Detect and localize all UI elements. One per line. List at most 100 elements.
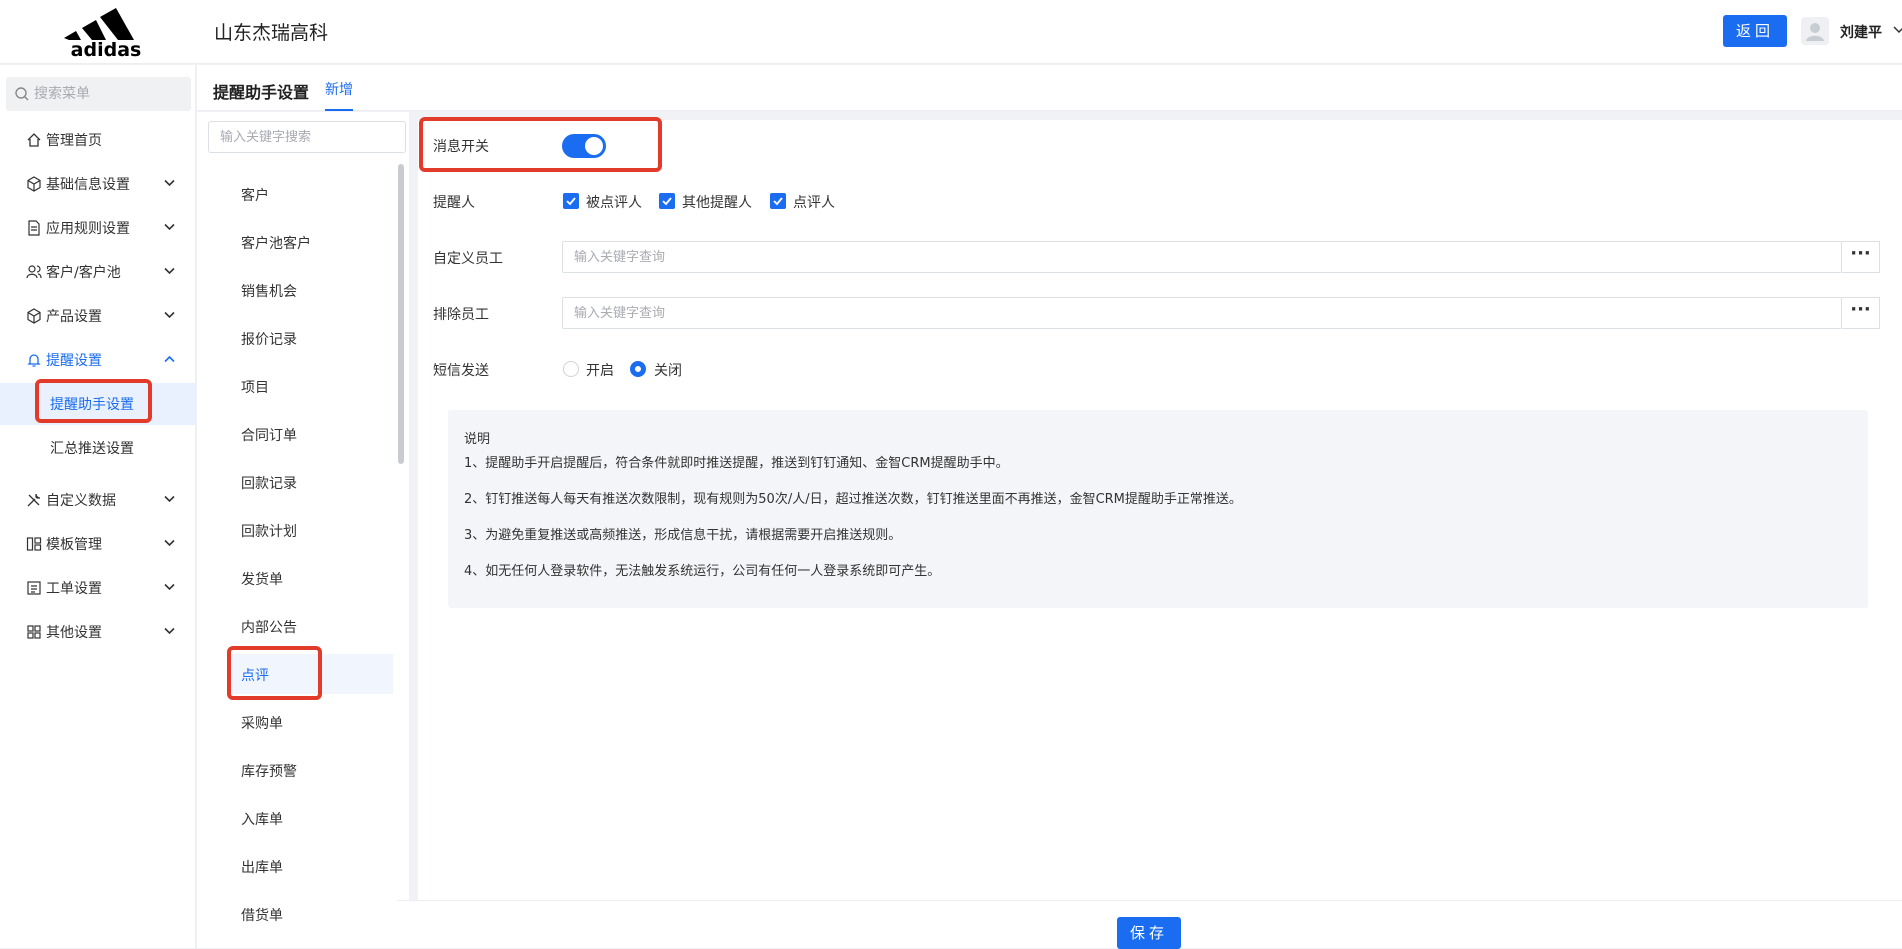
custom-staff-field (562, 241, 1842, 273)
checkbox-reviewee[interactable] (563, 193, 579, 209)
sidebar-item-other[interactable]: 其他设置 (0, 613, 195, 651)
module-item-label: 合同订单 (241, 428, 297, 444)
page-header: 提醒助手设置 新增 (197, 65, 1902, 111)
module-item[interactable]: 回款计划 (227, 510, 393, 550)
module-item[interactable]: 客户 (227, 174, 393, 214)
sidebar-item-custom-data[interactable]: 自定义数据 (0, 481, 195, 519)
chevron-down-icon (164, 311, 175, 319)
module-item-label: 客户池客户 (241, 236, 311, 252)
save-button[interactable]: 保存 (1117, 917, 1181, 949)
module-item-label: 销售机会 (241, 284, 297, 300)
sidebar-item-label: 管理首页 (46, 133, 102, 149)
chevron-down-icon (164, 495, 175, 503)
module-item-label: 点评 (241, 668, 269, 684)
module-item[interactable]: 内部公告 (227, 606, 393, 646)
check-icon (773, 197, 783, 206)
module-item[interactable]: 采购单 (227, 702, 393, 742)
sidebar-subitem-summary-push[interactable]: 汇总推送设置 (0, 427, 195, 469)
sidebar-item-label: 应用规则设置 (46, 221, 130, 237)
notes-line: 4、如无任何人登录软件，无法触发系统运行，公司有任何一人登录系统即可产生。 (464, 564, 941, 579)
checkbox-reviewer[interactable] (770, 193, 786, 209)
grid-icon (27, 625, 41, 639)
radio-sms-off-label[interactable]: 关闭 (654, 360, 682, 380)
template-icon (26, 537, 42, 551)
top-bar: adidas 山东杰瑞高科 返回 刘建平 (0, 0, 1902, 64)
chevron-down-icon (164, 223, 175, 231)
module-search-input[interactable] (209, 122, 405, 152)
custom-staff-more-button[interactable]: ··· (1842, 241, 1880, 273)
sidebar-item-products[interactable]: 产品设置 (0, 297, 195, 335)
chevron-down-icon (164, 179, 175, 187)
module-list: 客户客户池客户销售机会报价记录项目合同订单回款记录回款计划发货单内部公告点评采购… (197, 112, 409, 948)
notes-title: 说明 (464, 432, 491, 447)
module-item[interactable]: 报价记录 (227, 318, 393, 358)
exclude-staff-more-button[interactable]: ··· (1842, 297, 1880, 329)
checkbox-reviewee-label[interactable]: 被点评人 (586, 192, 642, 212)
sidebar-item-basic-info[interactable]: 基础信息设置 (0, 165, 195, 203)
message-switch-toggle[interactable] (562, 134, 606, 158)
sidebar-item-label: 产品设置 (46, 309, 102, 325)
sidebar-item-label: 提醒设置 (46, 353, 102, 369)
sidebar-item-customers[interactable]: 客户/客户池 (0, 253, 195, 291)
radio-sms-on-label[interactable]: 开启 (586, 360, 614, 380)
exclude-staff-field (562, 297, 1842, 329)
avatar[interactable] (1801, 17, 1829, 45)
module-item[interactable]: 借货单 (227, 894, 393, 934)
chevron-down-icon (164, 627, 175, 635)
sidebar-item-reminders[interactable]: 提醒设置 (0, 341, 195, 379)
tab-new[interactable]: 新增 (325, 79, 353, 111)
sidebar-item-label: 其他设置 (46, 625, 102, 641)
search-icon (15, 87, 29, 101)
module-item-label: 回款记录 (241, 476, 297, 492)
chevron-down-icon[interactable] (1893, 22, 1902, 38)
sidebar-item-templates[interactable]: 模板管理 (0, 525, 195, 563)
sidebar-item-app-rules[interactable]: 应用规则设置 (0, 209, 195, 247)
module-item[interactable]: 项目 (227, 366, 393, 406)
sidebar-item-label: 模板管理 (46, 537, 102, 553)
page-title: 提醒助手设置 (213, 83, 310, 102)
module-item[interactable]: 点评 (227, 654, 393, 694)
chevron-down-icon (164, 583, 175, 591)
sidebar-item-home[interactable]: 管理首页 (0, 121, 195, 159)
sidebar: 管理首页 基础信息设置 应用规则设置 客户/客户池 产品设置 提醒设置 提醒助手… (0, 65, 196, 948)
exclude-staff-input[interactable] (563, 298, 1841, 328)
module-item-label: 报价记录 (241, 332, 297, 348)
menu-search-input[interactable] (34, 77, 184, 111)
checkbox-reviewer-label[interactable]: 点评人 (793, 192, 835, 212)
radio-sms-on[interactable] (563, 361, 579, 377)
reminder-label: 提醒人 (433, 195, 475, 211)
module-item[interactable]: 客户池客户 (227, 222, 393, 262)
sidebar-subitem-label: 提醒助手设置 (50, 397, 134, 413)
back-button[interactable]: 返回 (1723, 15, 1787, 47)
adidas-logo[interactable]: adidas (56, 6, 156, 61)
sidebar-item-label: 客户/客户池 (46, 265, 121, 281)
module-item[interactable]: 回款记录 (227, 462, 393, 502)
module-item[interactable]: 出库单 (227, 846, 393, 886)
module-item[interactable]: 发货单 (227, 558, 393, 598)
checkbox-other-reminders[interactable] (659, 193, 675, 209)
sidebar-item-work-orders[interactable]: 工单设置 (0, 569, 195, 607)
message-switch-label: 消息开关 (433, 139, 489, 155)
module-item-label: 库存预警 (241, 764, 297, 780)
module-item[interactable]: 销售机会 (227, 270, 393, 310)
module-list-scrollbar[interactable] (398, 164, 404, 464)
module-item-label: 内部公告 (241, 620, 297, 636)
user-name[interactable]: 刘建平 (1840, 22, 1882, 42)
sms-label: 短信发送 (433, 363, 489, 379)
chevron-down-icon (164, 539, 175, 547)
module-item-label: 回款计划 (241, 524, 297, 540)
module-item[interactable]: 入库单 (227, 798, 393, 838)
custom-staff-label: 自定义员工 (433, 251, 503, 267)
sidebar-item-label: 基础信息设置 (46, 177, 130, 193)
module-item[interactable]: 合同订单 (227, 414, 393, 454)
sidebar-subitem-reminder-assistant[interactable]: 提醒助手设置 (0, 383, 195, 425)
document-icon (28, 220, 40, 236)
chevron-down-icon (164, 267, 175, 275)
cube-icon (27, 176, 41, 192)
exclude-staff-label: 排除员工 (433, 307, 489, 323)
checkbox-other-reminders-label[interactable]: 其他提醒人 (682, 192, 752, 212)
user-icon (1806, 23, 1824, 41)
radio-sms-off[interactable] (630, 361, 646, 377)
module-item[interactable]: 库存预警 (227, 750, 393, 790)
custom-staff-input[interactable] (563, 242, 1841, 272)
